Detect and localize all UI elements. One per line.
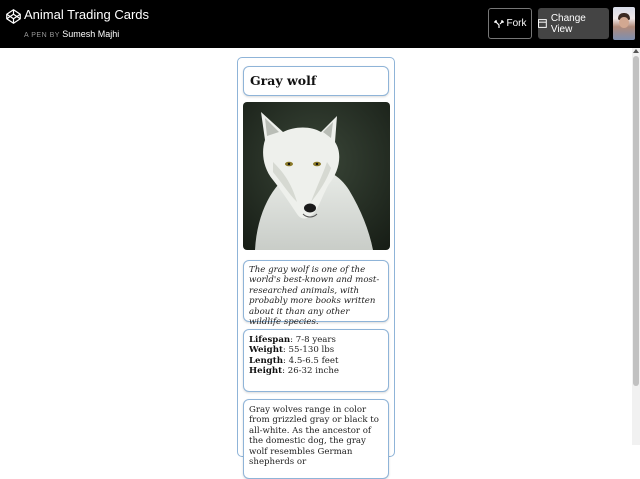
scroll-up-arrow-icon[interactable] <box>633 49 639 53</box>
stat-value: : 4.5-6.5 feet <box>283 355 339 366</box>
byline-prefix: A PEN BY <box>24 32 60 39</box>
stat-value: : 55-130 lbs <box>282 345 335 356</box>
more-info-text: Gray wolves range in color from grizzled… <box>249 405 379 468</box>
stat-value: : 7-8 years <box>290 335 336 345</box>
fork-label: Fork <box>506 18 527 29</box>
change-view-button[interactable]: Change View <box>538 8 609 39</box>
fork-icon <box>493 19 504 28</box>
description-panel: The gray wolf is one of the world's best… <box>243 260 389 327</box>
stats-panel: Lifespan: 7-8 years Weight: 55-130 lbs L… <box>243 329 389 392</box>
stat-length: Length: 4.5-6.5 feet <box>249 356 383 366</box>
card-name-panel: Gray wolf <box>243 66 389 96</box>
user-avatar[interactable] <box>613 7 635 40</box>
animal-card: Gray wolf The gray wolf is one of the wo… <box>237 57 395 479</box>
stat-height: Height: 26-32 inche <box>249 366 383 376</box>
pen-title[interactable]: Animal Trading Cards <box>24 7 149 22</box>
layout-icon <box>538 19 547 28</box>
animal-description: The gray wolf is one of the world's best… <box>249 265 380 328</box>
stat-label: Height <box>249 366 283 377</box>
more-info-panel: Gray wolves range in color from grizzled… <box>243 399 389 479</box>
change-view-label: Change View <box>550 12 586 35</box>
author-link[interactable]: Sumesh Majhi <box>62 29 119 39</box>
fork-button[interactable]: Fork <box>488 8 532 39</box>
stat-label: Weight <box>249 345 283 356</box>
scroll-thumb[interactable] <box>633 56 639 386</box>
stat-label: Length <box>249 355 283 366</box>
stats-list: Lifespan: 7-8 years Weight: 55-130 lbs L… <box>244 330 388 382</box>
stat-label: Lifespan <box>249 335 291 345</box>
codepen-logo-icon[interactable] <box>6 9 21 24</box>
stat-weight: Weight: 55-130 lbs <box>249 345 383 355</box>
stat-lifespan: Lifespan: 7-8 years <box>249 335 383 345</box>
animal-photo <box>243 102 390 250</box>
top-bar: Animal Trading Cards A PEN BY Sumesh Maj… <box>0 0 640 48</box>
stat-value: : 26-32 inche <box>282 366 339 377</box>
pen-byline: A PEN BY Sumesh Majhi <box>24 29 119 39</box>
page-scrollbar[interactable] <box>632 48 640 445</box>
animal-name: Gray wolf <box>250 73 317 88</box>
